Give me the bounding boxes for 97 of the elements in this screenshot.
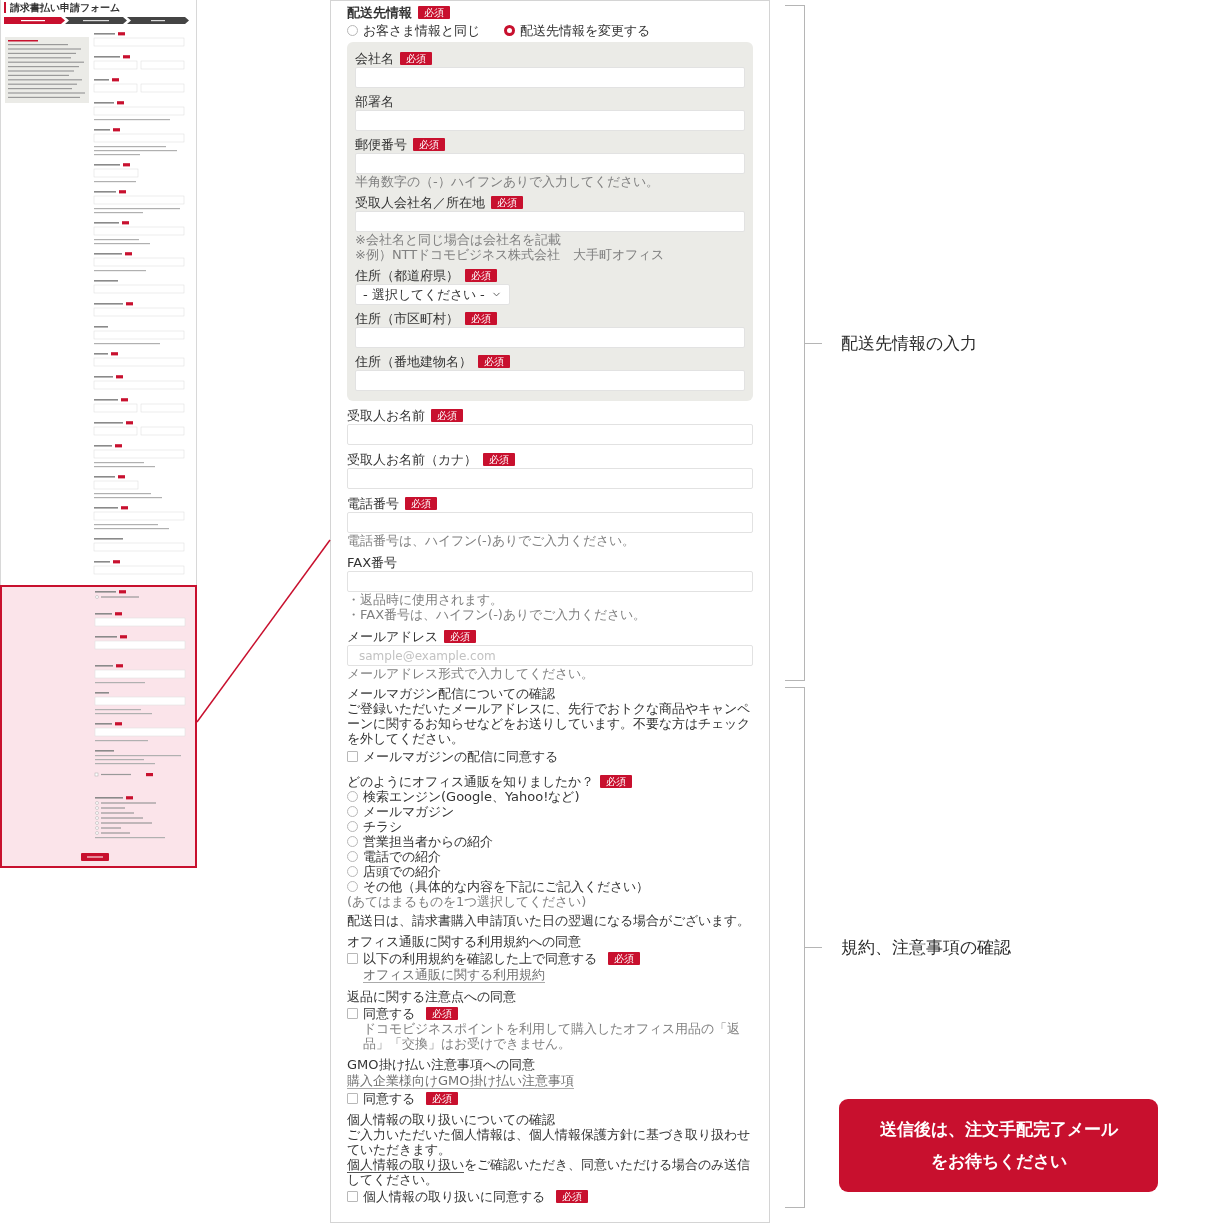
thumbnail-title: 請求書払い申請フォーム bbox=[4, 2, 120, 13]
field-label: FAX番号 bbox=[347, 555, 398, 570]
radio-button[interactable] bbox=[347, 821, 358, 832]
field-label: 受取人お名前 bbox=[347, 408, 425, 423]
section-title: メールマガジン配信についての確認 bbox=[347, 686, 556, 701]
hint-text: ・返品時に使用されます。 bbox=[347, 592, 504, 607]
checkbox[interactable] bbox=[347, 1093, 358, 1104]
text-field[interactable] bbox=[347, 424, 753, 445]
required-badge: 必須 bbox=[426, 1007, 458, 1020]
section-label: 規約、注意事項の確認 bbox=[841, 937, 1011, 957]
hint-text: 半角数字の（-）ハイフンありで入力してください。 bbox=[355, 174, 660, 189]
section-label: 配送先情報の入力 bbox=[841, 333, 977, 353]
section-title: GMO掛け払い注意事項への同意 bbox=[347, 1057, 536, 1072]
hint-text: (あてはまるものを1つ選択してください) bbox=[347, 894, 588, 909]
text-field[interactable] bbox=[355, 327, 745, 348]
field-label: メールアドレス bbox=[347, 629, 438, 644]
checkbox-label[interactable]: 同意する bbox=[363, 1006, 415, 1021]
text-link[interactable]: 購入企業様向けGMO掛け払い注意事項 bbox=[347, 1073, 574, 1089]
checkbox[interactable] bbox=[347, 953, 358, 964]
required-badge: 必須 bbox=[444, 630, 476, 643]
checkbox[interactable] bbox=[347, 751, 358, 762]
text-field[interactable] bbox=[355, 110, 745, 131]
text-field[interactable] bbox=[347, 468, 753, 489]
text-field[interactable] bbox=[355, 153, 745, 174]
note-text: ドコモビジネスポイントを利用して購入したオフィス用品の「返品」「交換」はお受けできません。 bbox=[363, 1021, 741, 1051]
section-title: 配送先情報 bbox=[347, 5, 412, 20]
notice-text: 個人情報の取り扱いをご確認いただき、同意いただける場合のみ送信してください。 bbox=[347, 1157, 751, 1187]
option-label[interactable]: 営業担当者からの紹介 bbox=[363, 834, 493, 849]
required-badge: 必須 bbox=[608, 952, 640, 965]
field-label: 電話番号 bbox=[347, 496, 399, 511]
field-label: 受取人お名前（カナ） bbox=[347, 452, 477, 467]
radio-button[interactable] bbox=[347, 851, 358, 862]
leader-line bbox=[805, 946, 822, 948]
option-label[interactable]: その他（具体的な内容を下記にご記入ください） bbox=[363, 879, 649, 894]
checkbox-label[interactable]: 同意する bbox=[363, 1091, 415, 1106]
option-label[interactable]: メールマガジン bbox=[363, 804, 454, 819]
radio-button[interactable] bbox=[347, 791, 358, 802]
radio-button[interactable] bbox=[347, 806, 358, 817]
notice-callout: 送信後は、注文手配完了メール をお待ちください bbox=[839, 1099, 1158, 1192]
field-label: 部署名 bbox=[355, 94, 394, 109]
required-badge: 必須 bbox=[418, 6, 450, 19]
radio-button[interactable] bbox=[347, 836, 358, 847]
required-badge: 必須 bbox=[413, 138, 445, 151]
required-badge: 必須 bbox=[556, 1190, 588, 1203]
field-label: 会社名 bbox=[355, 51, 394, 66]
notice-text: 配送日は、請求書購入申請頂いた日の翌週になる場合がございます。 bbox=[347, 913, 751, 928]
hint-text: ※会社名と同じ場合は会社名を記載 bbox=[355, 232, 562, 247]
required-badge: 必須 bbox=[400, 52, 432, 65]
field-label: 受取人会社名／所在地 bbox=[355, 195, 485, 210]
required-badge: 必須 bbox=[405, 497, 437, 510]
radio-button[interactable] bbox=[347, 866, 358, 877]
section-title: 返品に関する注意点への同意 bbox=[347, 989, 517, 1004]
required-badge: 必須 bbox=[426, 1092, 458, 1105]
required-badge: 必須 bbox=[491, 196, 523, 209]
radio-button[interactable] bbox=[504, 25, 515, 36]
text-field[interactable] bbox=[355, 67, 745, 88]
text-link[interactable]: オフィス通販に関する利用規約 bbox=[363, 967, 545, 983]
field-label: 郵便番号 bbox=[355, 137, 407, 152]
hint-text: 電話番号は、ハイフン(-)ありでご入力ください。 bbox=[347, 533, 636, 548]
section-title: オフィス通販に関する利用規約への同意 bbox=[347, 934, 582, 949]
hint-text: メールアドレス形式で入力してください。 bbox=[347, 666, 595, 681]
notice-text: ご入力いただいた個人情報は、個人情報保護方針に基づき取り扱わせていただきます。 bbox=[347, 1127, 751, 1157]
checkbox-label[interactable]: 以下の利用規約を確認した上で同意する bbox=[363, 951, 597, 966]
field-label: 住所（都道府県） bbox=[355, 268, 459, 283]
option-label[interactable]: 店頭での紹介 bbox=[363, 864, 441, 879]
hint-text: ・FAX番号は、ハイフン(-)ありでご入力ください。 bbox=[347, 607, 647, 622]
required-badge: 必須 bbox=[465, 269, 497, 282]
checkbox[interactable] bbox=[347, 1008, 358, 1019]
hint-text: ※例）NTTドコモビジネス株式会社 大手町オフィス bbox=[355, 247, 666, 262]
required-badge: 必須 bbox=[465, 312, 497, 325]
checkbox-label[interactable]: 個人情報の取り扱いに同意する bbox=[363, 1189, 545, 1204]
select-field[interactable]: - 選択してください - bbox=[355, 284, 510, 305]
text-field[interactable] bbox=[355, 370, 745, 391]
checkbox[interactable] bbox=[347, 1191, 358, 1202]
checkbox-label[interactable]: メールマガジンの配信に同意する bbox=[363, 749, 558, 764]
option-label[interactable]: 検索エンジン(Google、Yahoo!など) bbox=[363, 789, 580, 804]
radio-button[interactable] bbox=[347, 25, 358, 36]
notice-text: ご登録いただいたメールアドレスに、先行でおトクな商品やキャンペーンに関するお知らせなどをお送りしています。不要な方はチェックを外してください。 bbox=[347, 701, 751, 746]
field-label: 住所（番地建物名） bbox=[355, 354, 472, 369]
required-badge: 必須 bbox=[431, 409, 463, 422]
option-label[interactable]: お客さま情報と同じ bbox=[363, 23, 480, 38]
required-badge: 必須 bbox=[600, 775, 632, 788]
text-field[interactable] bbox=[347, 512, 753, 533]
required-badge: 必須 bbox=[483, 453, 515, 466]
text-field[interactable] bbox=[355, 211, 745, 232]
leader-line bbox=[805, 342, 822, 344]
text-field[interactable] bbox=[347, 571, 753, 592]
required-badge: 必須 bbox=[478, 355, 510, 368]
field-label: どのようにオフィス通販を知りましたか？ bbox=[347, 774, 594, 789]
option-label[interactable]: チラシ bbox=[363, 819, 402, 834]
field-label: 住所（市区町村） bbox=[355, 311, 459, 326]
section-title: 個人情報の取り扱いについての確認 bbox=[347, 1112, 556, 1127]
radio-button[interactable] bbox=[347, 881, 358, 892]
option-label[interactable]: 配送先情報を変更する bbox=[520, 23, 650, 38]
text-link[interactable]: 個人情報の取り扱い bbox=[347, 1157, 464, 1173]
option-label[interactable]: 電話での紹介 bbox=[363, 849, 441, 864]
text-field[interactable]: sample@example.com bbox=[347, 645, 753, 666]
